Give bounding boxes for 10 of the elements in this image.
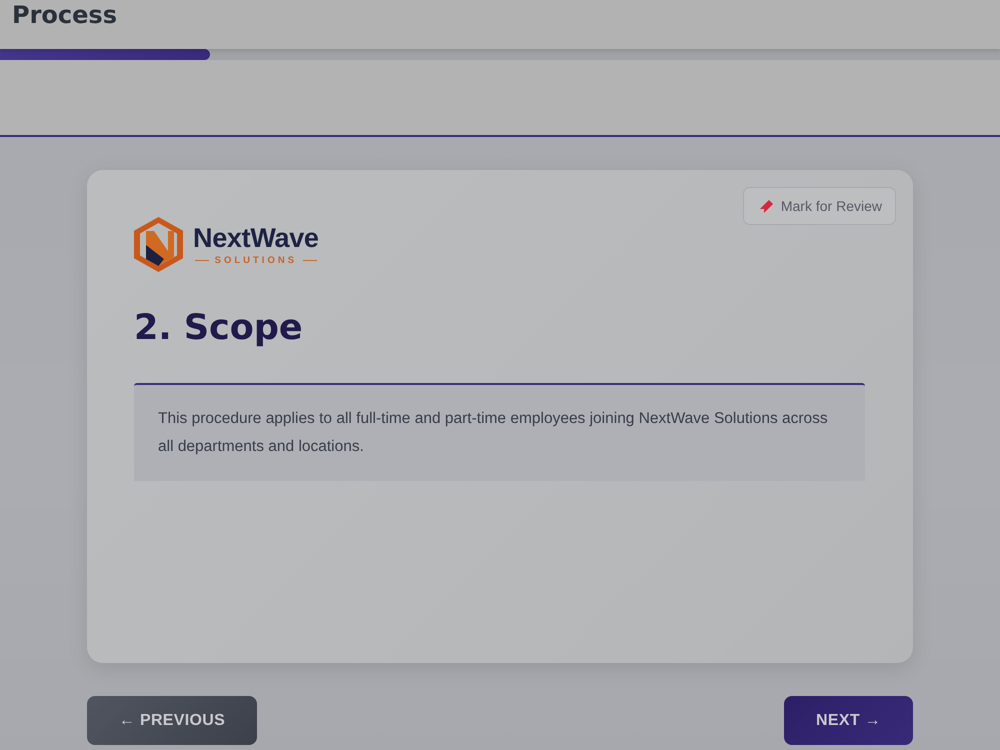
previous-button[interactable]: ← PREVIOUS xyxy=(87,696,257,745)
hexagon-logo-icon xyxy=(134,217,183,272)
next-button[interactable]: NEXT → xyxy=(784,696,913,745)
page-title: Process xyxy=(12,0,117,30)
logo-tagline: SOLUTIONS xyxy=(214,254,298,266)
section-heading: 2. Scope xyxy=(134,307,304,350)
logo-wordmark: NextWave xyxy=(193,222,319,252)
body-paragraph: This procedure applies to all full-time and part-time employees joining NextWave Solutions across all departments and locations. xyxy=(158,409,829,457)
bookmark-icon xyxy=(758,198,774,214)
mark-for-review-button[interactable]: Mark for Review xyxy=(742,187,896,225)
